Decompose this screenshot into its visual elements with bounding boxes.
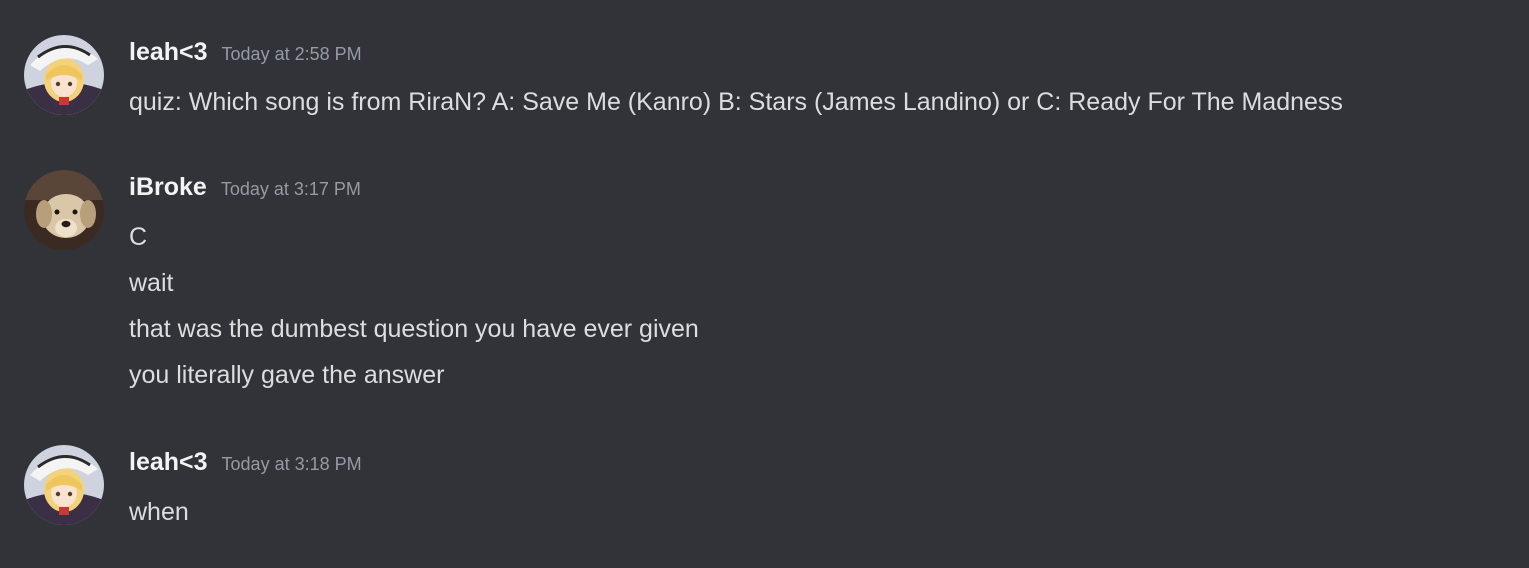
message-text: that was the dumbest question you have e… (129, 315, 699, 343)
message-text: C (129, 223, 148, 251)
username[interactable]: leah<3 (129, 448, 208, 476)
avatar[interactable] (24, 445, 104, 525)
timestamp[interactable]: Today at 3:17 PM (221, 179, 361, 199)
message-text: wait (129, 269, 174, 297)
dog-avatar-icon (24, 170, 104, 250)
timestamp[interactable]: Today at 2:58 PM (222, 44, 362, 64)
message-text: when (129, 498, 189, 526)
chat-message-list: leah<3 Today at 2:58 PM quiz: Which song … (0, 0, 1529, 568)
avatar[interactable] (24, 35, 104, 115)
anime-girl-avatar-icon (24, 445, 104, 525)
username[interactable]: iBroke (129, 173, 207, 201)
message-text: you literally gave the answer (129, 361, 445, 389)
message-header: leah<3 Today at 3:18 PM (129, 445, 362, 479)
username[interactable]: leah<3 (129, 38, 208, 66)
message-header: iBroke Today at 3:17 PM (129, 170, 361, 204)
timestamp[interactable]: Today at 3:18 PM (222, 454, 362, 474)
avatar[interactable] (24, 170, 104, 250)
message-header: leah<3 Today at 2:58 PM (129, 35, 362, 69)
message-text: quiz: Which song is from RiraN? A: Save … (129, 88, 1343, 116)
anime-girl-avatar-icon (24, 35, 104, 115)
